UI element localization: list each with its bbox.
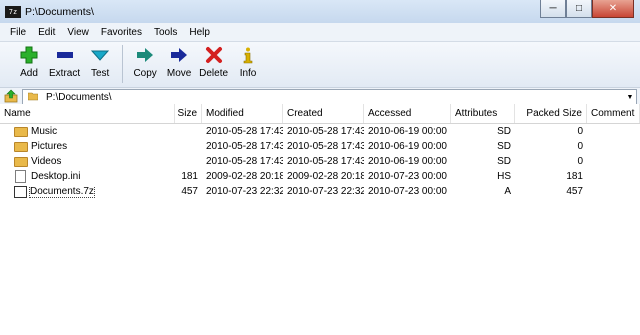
chevron-down-icon[interactable]: ▼ — [624, 94, 636, 101]
file-attributes: A — [504, 186, 511, 197]
title-bar[interactable]: 7z P:\Documents\ ─ □ ✕ — [0, 0, 640, 23]
menu-edit[interactable]: Edit — [32, 27, 61, 38]
info-icon — [239, 45, 257, 65]
delete-x-icon — [205, 45, 223, 65]
file-size: 457 — [181, 186, 198, 197]
folder-icon — [14, 157, 28, 167]
file-attributes: SD — [497, 156, 511, 167]
file-attributes: HS — [497, 171, 511, 182]
column-created[interactable]: Created — [283, 104, 364, 123]
column-attributes[interactable]: Attributes — [451, 104, 515, 123]
path-text: P:\Documents\ — [46, 92, 112, 103]
file-created: 2009-02-28 20:18 — [287, 171, 364, 182]
file-accessed: 2010-06-19 00:00 — [368, 141, 447, 152]
column-packed-size[interactable]: Packed Size — [515, 104, 587, 123]
file-list: Name Size Modified Created Accessed Attr… — [0, 104, 640, 335]
file-name: Desktop.ini — [31, 171, 81, 182]
info-button[interactable]: Info — [231, 45, 265, 79]
checkmark-icon — [91, 45, 110, 65]
file-modified: 2010-05-28 17:43 — [206, 126, 283, 137]
menu-view[interactable]: View — [61, 27, 95, 38]
column-accessed[interactable]: Accessed — [364, 104, 451, 123]
file-modified: 2010-05-28 17:43 — [206, 156, 283, 167]
maximize-button[interactable]: □ — [566, 0, 592, 18]
file-name: Videos — [31, 156, 62, 167]
file-created: 2010-05-28 17:43 — [287, 156, 364, 167]
copy-label: Copy — [133, 68, 157, 79]
file-name: Pictures — [31, 141, 68, 152]
table-row[interactable]: Music 2010-05-28 17:43 2010-05-28 17:43 … — [0, 124, 640, 139]
file-created: 2010-05-28 17:43 — [287, 126, 364, 137]
copy-arrow-icon — [136, 45, 154, 65]
table-row[interactable]: Desktop.ini 181 2009-02-28 20:18 2009-02… — [0, 169, 640, 184]
delete-label: Delete — [199, 68, 229, 79]
file-created: 2010-07-23 22:32 — [287, 186, 364, 197]
file-name: Documents.7z — [29, 185, 95, 198]
file-packed-size: 457 — [566, 186, 583, 197]
table-row[interactable]: Videos 2010-05-28 17:43 2010-05-28 17:43… — [0, 154, 640, 169]
extract-button[interactable]: Extract — [46, 45, 83, 79]
file-modified: 2010-07-23 22:32 — [206, 186, 283, 197]
minimize-button[interactable]: ─ — [540, 0, 566, 18]
add-button[interactable]: Add — [12, 45, 46, 79]
window-title: P:\Documents\ — [25, 5, 94, 18]
table-row[interactable]: Pictures 2010-05-28 17:43 2010-05-28 17:… — [0, 139, 640, 154]
test-label: Test — [90, 68, 110, 79]
file-packed-size: 0 — [577, 126, 583, 137]
add-label: Add — [20, 68, 38, 79]
file-accessed: 2010-07-23 00:00 — [368, 171, 447, 182]
app-window: 7z P:\Documents\ ─ □ ✕ File Edit View Fa… — [0, 0, 640, 335]
move-arrow-icon — [170, 45, 188, 65]
file-modified: 2009-02-28 20:18 — [206, 171, 283, 182]
toolbar-separator — [122, 45, 124, 83]
folder-icon — [14, 142, 28, 152]
archive-icon — [14, 185, 27, 198]
file-packed-size: 181 — [566, 171, 583, 182]
delete-button[interactable]: Delete — [196, 45, 231, 79]
menu-tools[interactable]: Tools — [148, 27, 183, 38]
file-attributes: SD — [497, 126, 511, 137]
menu-favorites[interactable]: Favorites — [95, 27, 148, 38]
menu-help[interactable]: Help — [183, 27, 216, 38]
column-size[interactable]: Size — [175, 104, 202, 123]
info-label: Info — [239, 68, 257, 79]
menu-file[interactable]: File — [4, 27, 32, 38]
toolbar: Add Extract Test Copy Move Delete Info — [0, 42, 640, 88]
app-icon: 7z — [5, 5, 21, 18]
folder-icon — [14, 127, 28, 137]
file-modified: 2010-05-28 17:43 — [206, 141, 283, 152]
file-accessed: 2010-06-19 00:00 — [368, 156, 447, 167]
file-accessed: 2010-06-19 00:00 — [368, 126, 447, 137]
menu-bar: File Edit View Favorites Tools Help — [0, 23, 640, 42]
plus-icon — [20, 45, 38, 65]
file-attributes: SD — [497, 141, 511, 152]
file-accessed: 2010-07-23 00:00 — [368, 186, 447, 197]
copy-button[interactable]: Copy — [128, 45, 162, 79]
column-comment[interactable]: Comment — [587, 104, 640, 123]
extract-label: Extract — [49, 68, 81, 79]
file-icon — [15, 170, 26, 183]
file-created: 2010-05-28 17:43 — [287, 141, 364, 152]
move-button[interactable]: Move — [162, 45, 196, 79]
file-packed-size: 0 — [577, 156, 583, 167]
column-modified[interactable]: Modified — [202, 104, 283, 123]
test-button[interactable]: Test — [83, 45, 117, 79]
list-header: Name Size Modified Created Accessed Attr… — [0, 104, 640, 124]
file-size: 181 — [181, 171, 198, 182]
file-packed-size: 0 — [577, 141, 583, 152]
window-controls: ─ □ ✕ — [540, 0, 634, 18]
folder-icon — [27, 91, 39, 104]
table-row[interactable]: Documents.7z 457 2010-07-23 22:32 2010-0… — [0, 184, 640, 199]
file-name: Music — [31, 126, 58, 137]
move-label: Move — [166, 68, 192, 79]
close-button[interactable]: ✕ — [592, 0, 634, 18]
column-name[interactable]: Name — [0, 104, 175, 123]
minus-icon — [56, 45, 74, 65]
